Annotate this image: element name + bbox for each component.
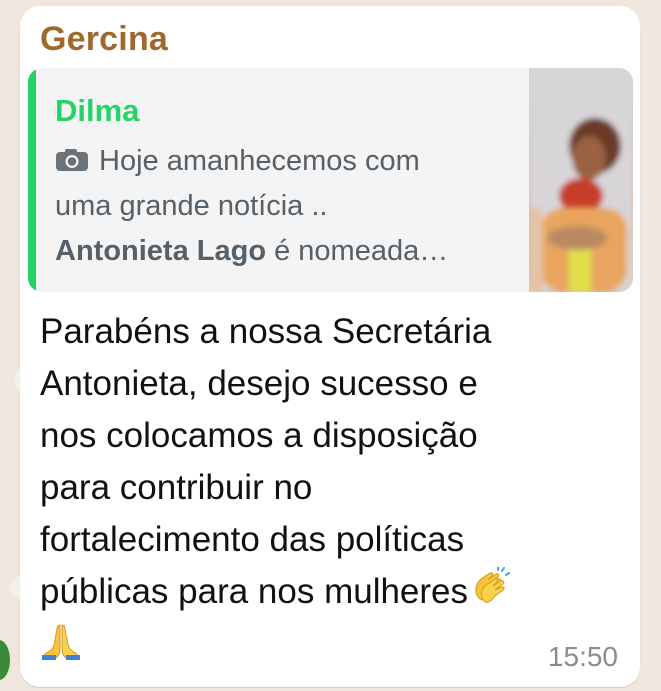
quoted-bold-name: Antonieta Lago xyxy=(55,235,267,267)
quoted-text-1: Hoje amanhecemos com xyxy=(99,145,420,177)
message-line: Parabéns a nossa Secretária xyxy=(40,312,492,351)
quoted-text-3-rest: é nomeada… xyxy=(266,235,449,267)
sender-name[interactable]: Gercina xyxy=(40,20,168,58)
quoted-text-line-1: Hoje amanhecemos com xyxy=(55,144,420,178)
quoted-author: Dilma xyxy=(55,93,140,128)
quoted-text-line-2: uma grande notícia .. xyxy=(55,190,328,222)
message-line: fortalecimento das políticas xyxy=(40,520,465,559)
message-line-with-emoji: públicas para nos mulheres xyxy=(40,566,615,618)
clapping-hands-emoji xyxy=(468,566,511,609)
quoted-image-thumbnail[interactable] xyxy=(529,68,633,292)
message-line: Antonieta, desejo sucesso e xyxy=(40,364,478,403)
message-text: Parabéns a nossa Secretária Antonieta, d… xyxy=(40,306,615,670)
message-line: públicas para nos mulheres xyxy=(40,572,469,611)
camera-icon xyxy=(55,148,89,172)
message-timestamp: 15:50 xyxy=(547,641,618,672)
folded-hands-emoji xyxy=(40,619,82,661)
quoted-message[interactable]: Dilma Hoje amanhecemos com uma grande no… xyxy=(28,68,633,292)
message-bubble[interactable]: Gercina Dilma Hoje amanhecemos com uma g… xyxy=(20,6,640,687)
message-line: nos colocamos a disposição xyxy=(40,416,478,455)
message-line: para contribuir no xyxy=(40,468,313,507)
quote-accent-bar xyxy=(28,68,36,292)
message-line-emoji-only xyxy=(40,618,615,670)
quoted-text-line-3: Antonieta Lago é nomeada… xyxy=(55,234,448,268)
